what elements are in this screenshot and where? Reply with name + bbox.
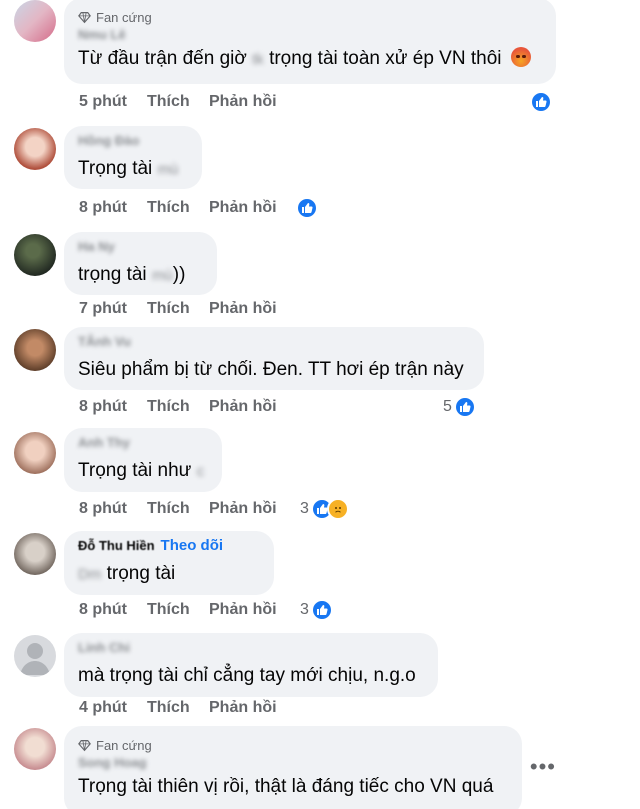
fan-badge-label: Fan cứng (96, 737, 152, 753)
comment-actions: 8 phút Thích Phản hồi (79, 600, 309, 620)
reaction-summary[interactable] (530, 90, 552, 114)
comment-actions: 8 phút Thích Phản hồi (79, 198, 309, 218)
redacted-word: Dm (78, 566, 102, 583)
author-name[interactable]: Nmu Lê (78, 26, 542, 44)
comment-text-part: Từ đầu trận đến giờ (78, 48, 247, 69)
reply-button[interactable]: Phản hồi (209, 300, 309, 318)
fan-badge[interactable]: Fan cứng (78, 736, 508, 754)
reaction-summary[interactable]: 3 (300, 598, 333, 622)
comment-text-part: trọng tài (78, 264, 147, 285)
comment-text-part: )) (172, 264, 186, 285)
like-button[interactable]: Thích (147, 398, 209, 416)
diamond-icon (78, 739, 91, 751)
like-reaction-icon (310, 599, 333, 621)
timestamp[interactable]: 4 phút (79, 699, 147, 717)
follow-button[interactable]: Theo dõi (161, 537, 224, 555)
comment-text: mà trọng tài chỉ cẳng tay mới chịu, n.g.… (78, 665, 416, 686)
author-name-text[interactable]: Đỗ Thu Hiền (78, 537, 155, 555)
comment-text: Từ đầu trận đến giờ tk trọng tài toàn xử… (78, 46, 542, 73)
comment-bubble: Hồng Đào Trọng tài mù (64, 126, 202, 189)
comment-actions: 8 phút Thích Phản hồi (79, 397, 309, 417)
reply-button[interactable]: Phản hồi (209, 500, 309, 518)
comment-text-part: Trọng tài (78, 158, 153, 179)
like-button[interactable]: Thích (147, 601, 209, 619)
reaction-summary[interactable]: 3 (300, 497, 349, 521)
comment-bubble: Đỗ Thu Hiền Theo dõi Dm trọng tài (64, 531, 274, 595)
reply-button[interactable]: Phản hồi (209, 601, 309, 619)
timestamp[interactable]: 8 phút (79, 601, 147, 619)
reaction-count: 5 (443, 398, 452, 415)
timestamp[interactable]: 7 phút (79, 300, 147, 318)
timestamp[interactable]: 5 phút (79, 93, 147, 111)
avatar[interactable] (14, 128, 56, 170)
fan-badge[interactable]: Fan cứng (78, 8, 542, 26)
redacted-word: mù (151, 267, 173, 284)
avatar[interactable] (14, 0, 56, 42)
comment-bubble: Anh Thy Trọng tài như c (64, 428, 222, 492)
timestamp[interactable]: 8 phút (79, 500, 147, 518)
avatar[interactable] (14, 329, 56, 371)
redacted-word: tk (252, 51, 264, 68)
redacted-word: c (196, 463, 205, 480)
like-button[interactable]: Thích (147, 199, 209, 217)
sad-reaction-icon (326, 498, 349, 520)
comment-bubble: Fan cứng Song Hoag Trọng tài thiên vị rồ… (64, 726, 522, 809)
like-button[interactable]: Thích (147, 300, 209, 318)
reaction-count: 3 (300, 500, 309, 517)
comment-actions: 5 phút Thích Phản hồi (79, 92, 309, 112)
comment-text-part: trọng tài toàn xử ép VN thôi (269, 48, 502, 69)
reaction-summary[interactable]: 5 (443, 395, 476, 419)
avatar[interactable] (14, 533, 56, 575)
comment-bubble: TÂnh Vu Siêu phẩm bị từ chối. Đen. TT hơ… (64, 327, 484, 390)
comment-actions: 8 phút Thích Phản hồi (79, 499, 309, 519)
reply-button[interactable]: Phản hồi (209, 699, 309, 717)
avatar[interactable] (14, 432, 56, 474)
comment-actions: 4 phút Thích Phản hồi (79, 698, 309, 718)
more-options-icon[interactable]: ••• (530, 756, 556, 778)
comment-bubble: Fan cứng Nmu Lê Từ đầu trận đến giờ tk t… (64, 0, 556, 84)
comment-bubble: Linh Chi mà trọng tài chỉ cẳng tay mới c… (64, 633, 438, 697)
author-name[interactable]: Song Hoag (78, 754, 508, 772)
author-name[interactable]: Ha Ny (78, 238, 203, 256)
comment-bubble: Ha Ny trọng tài mù)) (64, 232, 217, 295)
fan-badge-label: Fan cứng (96, 9, 152, 25)
like-button[interactable]: Thích (147, 500, 209, 518)
comment-text: Trọng tài thiên vị rồi, thật là đáng tiế… (78, 776, 494, 797)
reply-button[interactable]: Phản hồi (209, 93, 309, 111)
diamond-icon (78, 11, 91, 23)
reply-button[interactable]: Phản hồi (209, 199, 309, 217)
author-name[interactable]: Linh Chi (78, 639, 424, 657)
comment-text-part: Trọng tài như (78, 460, 192, 481)
like-reaction-icon (530, 91, 552, 113)
reaction-count: 3 (300, 601, 309, 618)
comment-text: Dm trọng tài (78, 561, 260, 588)
comment-text: Trọng tài như c (78, 458, 208, 485)
comment-text: trọng tài mù)) (78, 262, 203, 289)
author-name: Đỗ Thu Hiền Theo dõi (78, 537, 260, 555)
reaction-summary[interactable] (296, 196, 318, 220)
redacted-word: mù (157, 161, 179, 178)
angry-emoji-icon (510, 47, 531, 67)
timestamp[interactable]: 8 phút (79, 199, 147, 217)
comment-text-part: trọng tài (106, 563, 176, 584)
avatar[interactable] (14, 728, 56, 770)
author-name[interactable]: TÂnh Vu (78, 333, 470, 351)
comment-text: Trọng tài mù (78, 156, 188, 183)
author-name[interactable]: Hồng Đào (78, 132, 188, 150)
default-avatar-icon (20, 643, 50, 675)
like-reaction-icon (296, 197, 318, 219)
reply-button[interactable]: Phản hồi (209, 398, 309, 416)
like-button[interactable]: Thích (147, 699, 209, 717)
author-name[interactable]: Anh Thy (78, 434, 208, 452)
comment-actions: 7 phút Thích Phản hồi (79, 299, 309, 319)
avatar[interactable] (14, 234, 56, 276)
like-button[interactable]: Thích (147, 93, 209, 111)
like-reaction-icon (453, 396, 476, 418)
avatar[interactable] (14, 635, 56, 677)
timestamp[interactable]: 8 phút (79, 398, 147, 416)
comment-text: Siêu phẩm bị từ chối. Đen. TT hơi ép trậ… (78, 359, 464, 380)
